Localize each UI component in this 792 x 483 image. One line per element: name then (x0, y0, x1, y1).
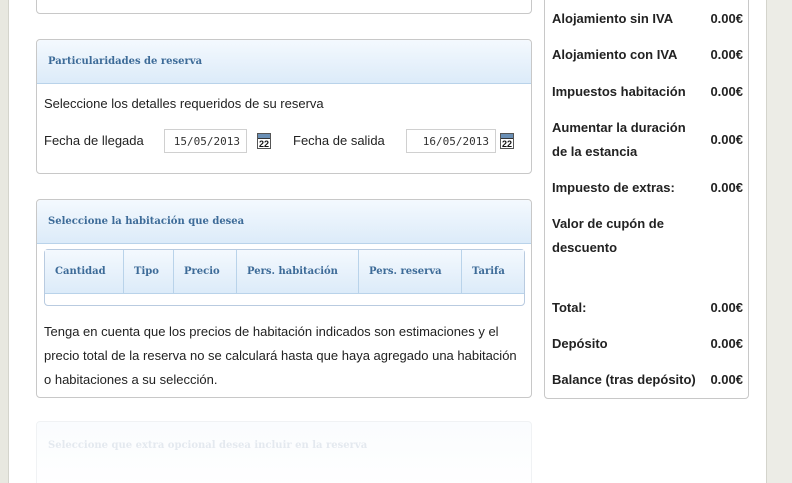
reservation-details-panel: Particularidades de reserva Seleccione l… (36, 39, 532, 174)
summary-label-aumentar-duracion: Aumentar la duración de la estancia (552, 120, 686, 159)
summary-value-aumentar-duracion: 0.00€ (710, 132, 743, 147)
reservation-details-header: Particularidades de reserva (37, 40, 531, 84)
column-header-pers-habitacion: Pers. habitación (237, 250, 359, 293)
departure-date-label: Fecha de salida (293, 133, 385, 148)
room-table-header-row: Cantidad Tipo Precio Pers. habitación Pe… (45, 250, 524, 294)
summary-label-alojamiento-sin-iva: Alojamiento sin IVA (552, 11, 674, 26)
arrival-date-label: Fecha de llegada (44, 133, 144, 148)
room-table: Cantidad Tipo Precio Pers. habitación Pe… (44, 249, 525, 306)
column-header-cantidad: Cantidad (45, 250, 124, 293)
arrival-date-input[interactable]: 15/05/2013 (164, 129, 247, 153)
summary-value-total: 0.00€ (710, 300, 743, 315)
reservation-details-description: Seleccione los detalles requeridos de su… (44, 96, 324, 111)
room-selection-panel: Seleccione la habitación que desea Canti… (36, 199, 532, 398)
summary-value-deposito: 0.00€ (710, 336, 743, 351)
summary-label-alojamiento-con-iva: Alojamiento con IVA (552, 47, 678, 62)
column-header-tipo: Tipo (124, 250, 174, 293)
summary-label-balance: Balance (tras depósito) (552, 372, 696, 387)
departure-date-input[interactable]: 16/05/2013 (406, 129, 496, 153)
column-header-pers-reserva: Pers. reserva (359, 250, 462, 293)
summary-label-deposito: Depósito (552, 336, 608, 351)
room-selection-header: Seleccione la habitación que desea (37, 200, 531, 244)
summary-value-alojamiento-con-iva: 0.00€ (710, 47, 743, 62)
previous-section-panel (36, 0, 532, 14)
summary-label-total: Total: (552, 300, 587, 315)
column-header-tarifa: Tarifa (472, 266, 505, 277)
extras-panel: Seleccione que extra opcional desea incl… (36, 421, 532, 483)
page-left-border (0, 0, 9, 483)
summary-value-impuestos-habitacion: 0.00€ (710, 84, 743, 99)
summary-value-alojamiento-sin-iva: 0.00€ (710, 11, 743, 26)
summary-value-balance: 0.00€ (710, 372, 743, 387)
price-summary-panel: Alojamiento sin IVA 0.00€ Alojamiento co… (544, 0, 749, 399)
price-estimate-note: Tenga en cuenta que los precios de habit… (44, 324, 517, 387)
page-right-scroll-track[interactable] (766, 0, 792, 483)
extras-header: Seleccione que extra opcional desea incl… (48, 440, 368, 451)
departure-calendar-icon[interactable]: 22 (500, 133, 514, 149)
summary-label-impuestos-habitacion: Impuestos habitación (552, 84, 686, 99)
summary-value-impuesto-extras: 0.00€ (710, 180, 743, 195)
summary-label-cupon-descuento: Valor de cupón de descuento (552, 216, 664, 255)
column-header-precio: Precio (174, 250, 237, 293)
arrival-calendar-icon[interactable]: 22 (257, 133, 271, 149)
summary-label-impuesto-extras: Impuesto de extras: (552, 180, 675, 195)
